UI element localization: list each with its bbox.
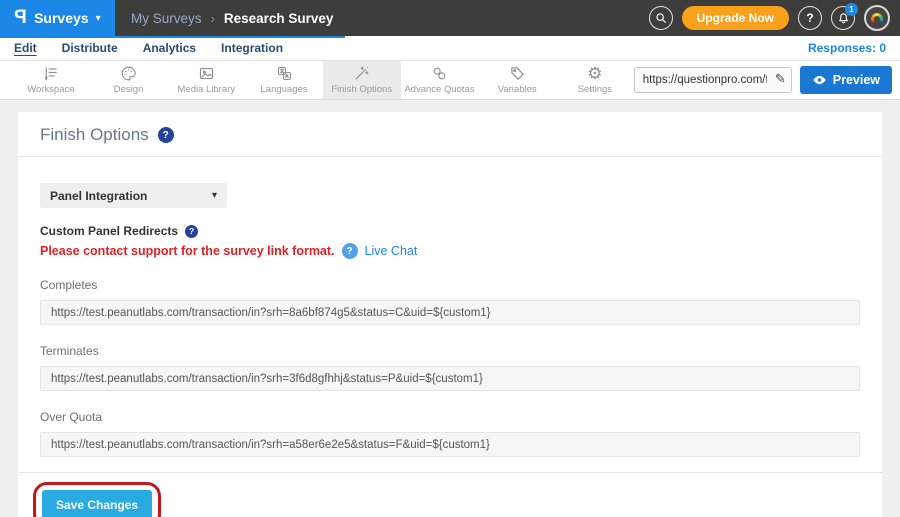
toolbar-label: Media Library [178, 84, 236, 95]
over-quota-label: Over Quota [40, 410, 860, 424]
toolbar-label: Workspace [27, 84, 74, 95]
support-notice: Please contact support for the survey li… [40, 244, 335, 258]
save-changes-button[interactable]: Save Changes [42, 490, 152, 517]
over-quota-url-input[interactable] [40, 432, 860, 457]
notifications-button[interactable]: 1 [831, 6, 855, 30]
toolbar-item-finish-options[interactable]: Finish Options [323, 61, 401, 99]
nav-tab-bar: Edit Distribute Analytics Integration Re… [0, 36, 900, 61]
chevron-down-icon: ▾ [96, 13, 101, 24]
completes-label: Completes [40, 278, 860, 292]
survey-toolbar: Workspace Design Media Library [0, 61, 900, 100]
breadcrumb: My Surveys › Research Survey [131, 11, 333, 26]
breadcrumb-current-survey: Research Survey [224, 11, 334, 26]
breadcrumb-separator: › [211, 11, 215, 26]
card-body: Panel Integration ▾ Custom Panel Redirec… [18, 157, 882, 517]
responses-count[interactable]: Responses: 0 [808, 41, 886, 55]
panel-integration-dropdown[interactable]: Panel Integration ▾ [40, 183, 227, 208]
questionpro-logo-icon: P [14, 7, 27, 29]
page-title: Finish Options [40, 125, 149, 145]
notification-badge: 1 [845, 3, 858, 16]
toolbar-item-workspace[interactable]: Workspace [12, 61, 90, 99]
toolbar-item-variables[interactable]: Variables [478, 61, 556, 99]
brand-menu[interactable]: P Surveys ▾ [0, 0, 115, 36]
pencil-icon[interactable]: ✎ [775, 71, 786, 87]
search-icon [654, 11, 668, 25]
upgrade-now-button[interactable]: Upgrade Now [682, 6, 789, 30]
support-notice-row: Please contact support for the survey li… [40, 243, 860, 259]
tab-edit[interactable]: Edit [14, 41, 37, 55]
palette-icon [120, 65, 137, 82]
dropdown-selected-value: Panel Integration [50, 189, 147, 203]
progress-bar [0, 36, 345, 38]
finish-options-card: Finish Options ? Panel Integration ▾ Cus… [18, 112, 882, 517]
tab-integration[interactable]: Integration [221, 41, 283, 55]
toolbar-label: Settings [578, 84, 612, 95]
search-button[interactable] [649, 6, 673, 30]
survey-url-input[interactable] [634, 67, 792, 93]
workspace-icon [42, 65, 59, 82]
toolbar-label: Advance Quotas [404, 84, 474, 95]
preview-label: Preview [833, 73, 880, 87]
toolbar-label: Languages [261, 84, 308, 95]
magic-wand-icon [353, 65, 370, 82]
terminates-label: Terminates [40, 344, 860, 358]
breadcrumb-my-surveys[interactable]: My Surveys [131, 11, 202, 26]
completes-url-input[interactable] [40, 300, 860, 325]
toolbar-label: Design [114, 84, 144, 95]
product-name: Surveys [34, 10, 88, 26]
tab-distribute[interactable]: Distribute [62, 41, 118, 55]
divider [18, 472, 882, 473]
toolbar-label: Finish Options [331, 84, 392, 95]
image-icon [198, 65, 215, 82]
preview-button[interactable]: Preview [800, 66, 892, 94]
content-area: Finish Options ? Panel Integration ▾ Cus… [0, 100, 900, 517]
chevron-down-icon: ▾ [212, 190, 217, 201]
tag-icon [509, 65, 526, 82]
user-avatar[interactable] [864, 5, 890, 31]
gear-icon: ⚙ [587, 65, 602, 82]
terminates-url-input[interactable] [40, 366, 860, 391]
toolbar-item-languages[interactable]: Languages [245, 61, 323, 99]
tab-analytics[interactable]: Analytics [143, 41, 196, 55]
topbar-actions: Upgrade Now ? 1 [649, 5, 900, 31]
card-header: Finish Options ? [18, 112, 882, 157]
toolbar-item-settings[interactable]: ⚙ Settings [556, 61, 634, 99]
save-row: Save Changes [42, 490, 152, 517]
toolbar-item-media-library[interactable]: Media Library [167, 61, 245, 99]
section-title: Custom Panel Redirects [40, 224, 178, 238]
gauge-icon [871, 13, 883, 25]
toolbar-item-design[interactable]: Design [90, 61, 168, 99]
custom-panel-redirects-row: Custom Panel Redirects ? [40, 224, 860, 238]
redirects-help-icon[interactable]: ? [185, 225, 198, 238]
eye-icon [812, 74, 827, 86]
finish-options-help-icon[interactable]: ? [158, 127, 174, 143]
toolbar-item-advance-quotas[interactable]: Advance Quotas [401, 61, 479, 99]
survey-url-wrap: ✎ [634, 67, 792, 93]
toolbar-label: Variables [498, 84, 537, 95]
toolbar-right: ✎ Preview [634, 61, 900, 99]
top-bar: P Surveys ▾ My Surveys › Research Survey… [0, 0, 900, 36]
translate-icon [276, 65, 293, 82]
chain-links-icon [431, 65, 448, 82]
live-chat-link[interactable]: Live Chat [365, 244, 418, 258]
question-mark-icon: ? [806, 11, 813, 25]
chat-help-icon[interactable]: ? [342, 243, 358, 259]
help-button[interactable]: ? [798, 6, 822, 30]
